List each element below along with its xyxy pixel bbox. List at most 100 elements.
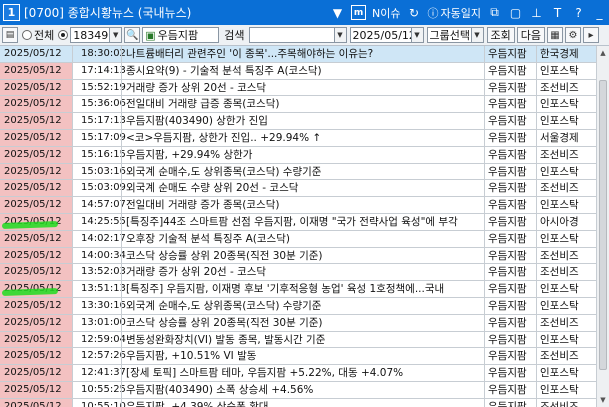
news-title: 우듬지팜(403490) 상한가 진입 [121, 113, 484, 129]
news-stock: 우듬지팜 [484, 331, 536, 348]
news-row[interactable]: 2025/05/12 15:16:15 우듬지팜, +29.94% 상한가 우듬지팜 조… [0, 146, 596, 164]
news-row[interactable]: 2025/05/12 12:41:37 [장세 토픽] 스마트팜 테마, 우듬지팜 … [0, 365, 596, 382]
vertical-scrollbar[interactable]: ▲ ▼ [596, 46, 609, 407]
news-stock: 우듬지팜 [484, 113, 536, 129]
news-publisher: 인포스탁 [536, 281, 596, 297]
search-icon[interactable]: 🔍 [124, 27, 141, 43]
window-number-badge[interactable]: 1 [3, 4, 20, 21]
restore-icon[interactable]: ▢ [508, 5, 523, 20]
news-stock: 우듬지팜 [484, 281, 536, 297]
news-time: 12:41:37 [72, 365, 126, 381]
news-row[interactable]: 2025/05/12 15:36:06 전일대비 거래량 급증 종목(코스닥) 우듬지… [0, 96, 596, 114]
next-button[interactable]: 다음 [516, 27, 545, 43]
news-row[interactable]: 2025/05/12 18:30:02 나트륨배터리 관련주인 '이 종목'...주… [0, 46, 596, 63]
news-row[interactable]: 2025/05/12 14:57:07 전일대비 거래량 증가 종목(코스닥) 우듬지… [0, 197, 596, 214]
news-date: 2025/05/12 [0, 79, 72, 96]
news-row[interactable]: 2025/05/12 14:02:17 오후장 기술적 분석 특징주 A(코스닥) 우… [0, 230, 596, 248]
news-row[interactable]: 2025/05/12 14:00:34 코스닥 상승률 상위 20종목(직전 30분… [0, 247, 596, 265]
news-row[interactable]: 2025/05/12 15:52:19 거래량 증가 상위 20선 - 코스닥 우듬지… [0, 79, 596, 97]
news-time: 15:16:15 [72, 146, 126, 163]
news-row[interactable]: 2025/05/1214:25:55[특징주]44조 스마트팜 선점 우듬지팜,… [0, 213, 596, 231]
news-title: <코>우듬지팜, 상한가 진입.. +29.94% ↑ [121, 129, 484, 146]
help-icon[interactable]: ? [571, 5, 586, 20]
stock-name-value: 우듬지팜 [157, 29, 199, 42]
news-time: 15:03:09 [72, 180, 126, 197]
memo-icon[interactable]: m [351, 5, 367, 20]
news-title: 거래량 증가 상위 20선 - 코스닥 [121, 79, 484, 96]
news-row[interactable]: 2025/05/12 13:52:03 거래량 증가 상위 20선 - 코스닥 우듬지… [0, 264, 596, 282]
news-row[interactable]: 2025/05/12 10:55:25 우듬지팜(403490) 소폭 상승세 +4… [0, 381, 596, 399]
layout-icon[interactable]: ▤ [2, 27, 18, 43]
group-dropdown[interactable]: ▼ [471, 27, 484, 43]
search-dropdown[interactable]: ▼ [334, 27, 347, 43]
down-arrow-icon[interactable]: ▼ [330, 5, 345, 20]
refresh-icon[interactable]: ↻ [407, 5, 422, 20]
scroll-up-icon[interactable]: ▲ [597, 47, 609, 59]
more-icon[interactable]: ▸ [583, 27, 599, 43]
date-dropdown[interactable]: ▼ [411, 27, 424, 43]
scroll-thumb[interactable] [599, 80, 607, 370]
news-row[interactable]: 2025/05/12 15:03:09 외국계 순매도 수량 상위 20선 - 코스… [0, 180, 596, 198]
news-row[interactable]: 2025/05/12 15:17:13 우듬지팜(403490) 상한가 진입 우듬지… [0, 113, 596, 130]
news-row[interactable]: 2025/05/12 13:30:16 외국계 순매수,도 상위종목(코스닥) 수량… [0, 297, 596, 315]
radio-code[interactable] [58, 30, 69, 40]
news-publisher: 조선비즈 [536, 264, 596, 281]
radio-code-dot[interactable] [58, 30, 69, 40]
scroll-down-icon[interactable]: ▼ [597, 394, 609, 406]
news-date: 2025/05/12 [0, 314, 72, 331]
stock-code-dropdown[interactable]: ▼ [110, 27, 123, 43]
text-size-icon[interactable]: T [550, 5, 565, 20]
search-input[interactable] [248, 27, 335, 43]
news-time: 15:36:06 [72, 96, 126, 113]
news-title: [특징주] 우듬지팜, 이재명 후보 '기후적응형 농업' 육성 1호정책에..… [121, 281, 484, 297]
news-date: 2025/05/12 [0, 331, 72, 348]
stock-name-field[interactable]: ▣ 우듬지팜 [142, 27, 220, 43]
title-bar-controls: ▼ m N이슈 ↻ ⓘ 자동일지 ⧉ ▢ ⊥ T ? _ [330, 2, 607, 23]
issue-button[interactable]: N이슈 [372, 5, 400, 21]
news-publisher: 인포스탁 [536, 197, 596, 213]
query-button[interactable]: 조회 [486, 27, 515, 43]
news-publisher: 인포스탁 [536, 381, 596, 398]
news-date: 2025/05/12 [0, 113, 72, 129]
date-input[interactable]: 2025/05/12 [349, 27, 412, 43]
news-publisher: 인포스탁 [536, 365, 596, 381]
news-row[interactable]: 2025/05/1213:51:13[특징주] 우듬지팜, 이재명 후보 '기후… [0, 281, 596, 298]
stock-code-input[interactable]: 183490 [70, 27, 111, 43]
news-stock: 우듬지팜 [484, 264, 536, 281]
news-row[interactable]: 2025/05/12 17:14:13 종시요약(9) - 기술적 분석 특징주 A… [0, 62, 596, 80]
news-row[interactable]: 2025/05/12 13:01:00 코스닥 상승률 상위 20종목(직전 30분… [0, 314, 596, 332]
news-publisher: 서울경제 [536, 129, 596, 146]
radio-all-dot[interactable] [22, 30, 32, 40]
group-select[interactable]: 그룹선택 [426, 27, 472, 43]
radio-all[interactable]: 전체 [22, 27, 54, 43]
news-row[interactable]: 2025/05/12 15:03:16 외국계 순매수,도 상위종목(코스닥) 수량… [0, 163, 596, 181]
news-row[interactable]: 2025/05/12 15:17:09 <코>우듬지팜, 상한가 진입.. +29.… [0, 129, 596, 147]
news-row[interactable]: 2025/05/12 10:55:10 우듬지팜, +4.39% 상승폭 확대 우듬지… [0, 398, 596, 407]
news-title: 변동성완화장치(VI) 발동 종목, 발동시간 기준 [121, 331, 484, 348]
news-time: 12:57:26 [72, 348, 126, 365]
news-publisher: 한국경제 [536, 46, 596, 62]
news-title: 전일대비 거래량 증가 종목(코스닥) [121, 197, 484, 213]
news-date: 2025/05/12 [0, 180, 72, 197]
news-title: 나트륨배터리 관련주인 '이 종목'...주목해야하는 이유는? [121, 46, 484, 62]
news-row[interactable]: 2025/05/12 12:57:26 우듬지팜, +10.51% VI 발동 우듬지… [0, 348, 596, 366]
window-link-icon[interactable]: ⧉ [487, 5, 502, 20]
news-stock: 우듬지팜 [484, 247, 536, 264]
news-stock: 우듬지팜 [484, 213, 536, 230]
news-title: 외국계 순매수,도 상위종목(코스닥) 수량기준 [121, 163, 484, 180]
news-time: 10:55:10 [72, 398, 126, 407]
news-date: 2025/05/12 [0, 247, 72, 264]
stock-tag-icon: ▣ [145, 28, 156, 42]
news-publisher: 조선비즈 [536, 79, 596, 96]
title-bar: 1 [0700] 종합시황뉴스 (국내뉴스) ▼ m N이슈 ↻ ⓘ 자동일지 ⧉… [0, 0, 609, 25]
pin-icon[interactable]: ⊥ [529, 5, 544, 20]
settings-icon[interactable]: ⚙ [565, 27, 581, 43]
minimize-icon[interactable]: _ [592, 5, 607, 20]
news-stock: 우듬지팜 [484, 365, 536, 381]
news-title: [장세 토픽] 스마트팜 테마, 우듬지팜 +5.22%, 대동 +4.07% [121, 365, 484, 381]
auto-log-button[interactable]: ⓘ 자동일지 [428, 5, 481, 21]
news-row[interactable]: 2025/05/12 12:59:04 변동성완화장치(VI) 발동 종목, 발동시… [0, 331, 596, 349]
news-publisher: 조선비즈 [536, 314, 596, 331]
news-publisher: 아시아경 [536, 213, 596, 230]
excel-icon[interactable]: ▦ [547, 27, 563, 43]
